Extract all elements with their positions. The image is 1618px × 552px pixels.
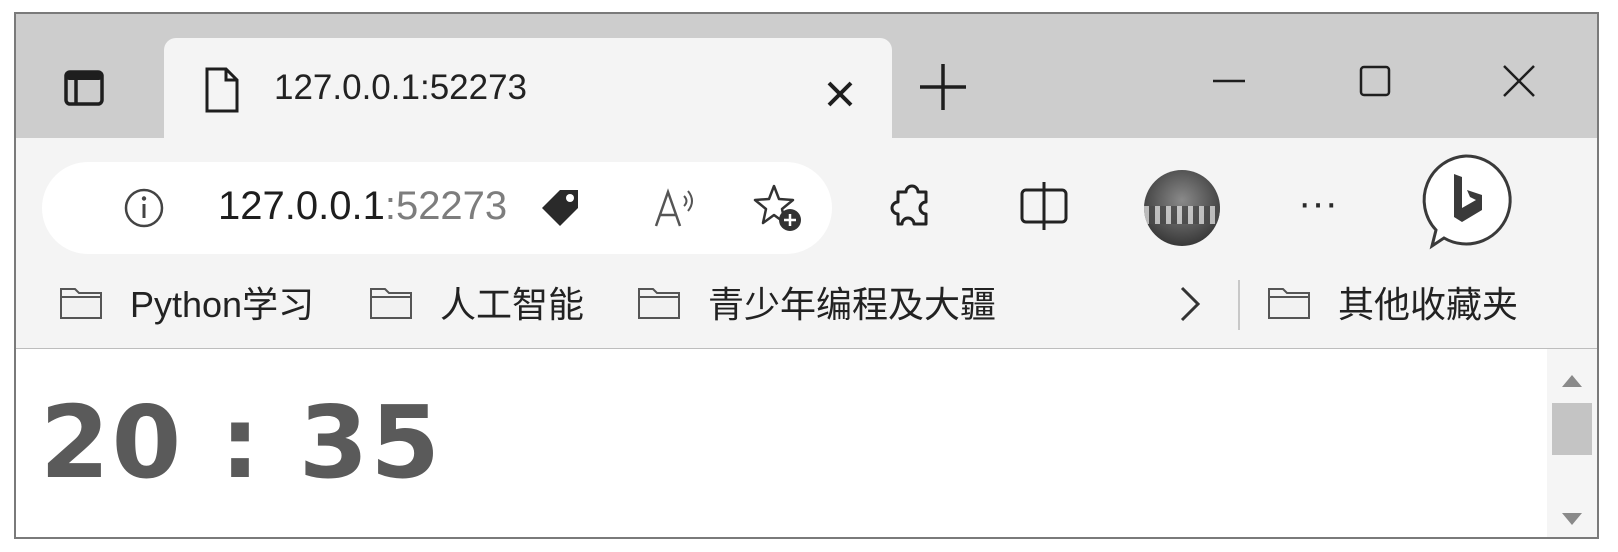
favorite-label: Python学习 [130,284,315,325]
folder-icon [1268,288,1310,319]
url-host: 127.0.0.1 [218,184,385,228]
other-favorites-folder[interactable]: 其他收藏夹 [1266,274,1518,330]
favorite-folder-coding[interactable]: 青少年编程及大疆 [636,274,996,330]
tab-strip: 127.0.0.1:52273 [16,14,1597,140]
favorite-folder-python[interactable]: Python学习 [58,274,314,330]
tag-icon[interactable] [534,182,586,234]
favorites-bar: Python学习 人工智能 青少年编程及大疆 其他收藏夹 [16,256,1597,349]
scroll-down-arrow[interactable] [1562,513,1582,525]
other-favorites-label: 其他收藏夹 [1338,284,1519,325]
active-tab[interactable]: 127.0.0.1:52273 [164,38,892,140]
close-tab-icon[interactable] [824,78,856,110]
navigation-toolbar: 127.0.0.1:52273 ··· [16,138,1597,256]
close-icon [1503,65,1535,97]
read-aloud-icon[interactable] [648,182,700,234]
vertical-scrollbar[interactable] [1547,349,1597,537]
more-icon[interactable]: ··· [1298,183,1352,223]
address-bar[interactable]: 127.0.0.1:52273 [42,162,832,254]
favorite-label: 青少年编程及大疆 [708,284,997,325]
maximize-button[interactable] [1352,58,1398,104]
minimize-button[interactable] [1206,58,1252,104]
favorite-label: 人工智能 [440,284,585,325]
puzzle-icon[interactable] [884,178,940,234]
page-content: 20 : 35 [16,349,1597,537]
favorite-folder-ai[interactable]: 人工智能 [368,274,584,330]
split-screen-icon[interactable] [1016,178,1072,234]
folder-icon [370,288,412,319]
clock-display: 20 : 35 [40,384,442,501]
new-tab-button[interactable] [916,60,970,114]
page-icon [205,67,239,113]
folder-icon [638,288,680,319]
star-add-icon[interactable] [752,182,804,234]
folder-icon [60,288,102,319]
scroll-thumb[interactable] [1552,403,1592,455]
browser-window: 127.0.0.1:52273 127.0.0.1:52273 ··· Pyth… [14,12,1599,539]
close-window-button[interactable] [1496,58,1542,104]
tab-actions-icon[interactable] [60,64,108,112]
favorites-divider [1238,280,1240,330]
chevron-right-icon[interactable] [1172,282,1208,326]
minimize-icon [1213,79,1245,83]
bing-chat-icon[interactable] [1414,148,1518,252]
profile-avatar[interactable] [1144,170,1220,246]
info-icon[interactable] [122,186,166,230]
url-port: :52273 [384,184,508,228]
url-text[interactable]: 127.0.0.1:52273 [218,184,507,229]
maximize-icon [1359,65,1391,97]
scroll-up-arrow[interactable] [1562,375,1582,387]
tab-title: 127.0.0.1:52273 [274,68,528,107]
